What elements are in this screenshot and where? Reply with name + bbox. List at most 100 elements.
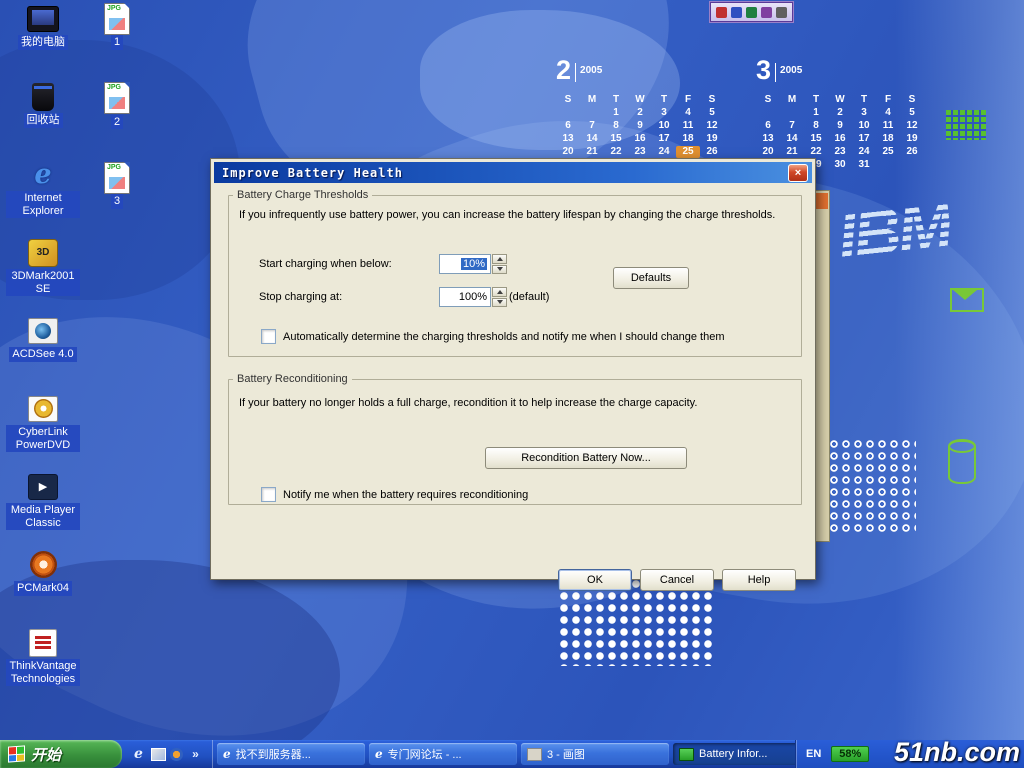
taskbar-task-3[interactable]: 3 - 画图 [521, 743, 669, 765]
default-note: (default) [509, 291, 549, 303]
desktop-icon-6[interactable]: CyberLink PowerDVD [6, 392, 80, 470]
quick-launch-bar: e» [122, 740, 213, 768]
calendar-day: 25 [676, 146, 700, 158]
calendar-day-header: M [580, 94, 604, 106]
battery-charge-thresholds-group: Battery Charge Thresholds If you infrequ… [228, 189, 802, 357]
calendar-day: 4 [876, 107, 900, 119]
thresholds-description: If you infrequently use battery power, y… [239, 209, 791, 221]
ie-task-icon: e [223, 747, 231, 761]
solid-dots-decoration [558, 578, 716, 666]
calendar-day: 7 [780, 120, 804, 132]
desktop-icon-9[interactable]: ThinkVantage Technologies [6, 626, 80, 704]
pixel-grid-decoration [946, 110, 986, 140]
speech-icon[interactable] [761, 7, 772, 18]
3dmark-icon: 3D [26, 236, 60, 269]
auto-thresholds-checkbox-label[interactable]: Automatically determine the charging thr… [283, 331, 724, 343]
calendar-day: 24 [852, 146, 876, 158]
jpg-file-icon: JPG [100, 161, 134, 194]
battery-cylinder-icon [948, 440, 976, 484]
stop-charge-spinner: 100% [439, 287, 507, 307]
calendar-day: 26 [900, 146, 924, 158]
calendar-title: 32005 [756, 56, 924, 88]
defaults-button[interactable]: Defaults [613, 267, 689, 289]
desktop-icon-label: 回收站 [24, 113, 63, 128]
calendar-day: 15 [604, 133, 628, 145]
desktop-icon-3[interactable]: eInternet Explorer [6, 158, 80, 236]
language-indicator[interactable]: EN [806, 748, 821, 760]
dialog-titlebar[interactable]: Improve Battery Health × [214, 162, 812, 183]
notify-reconditioning-checkbox[interactable] [261, 487, 276, 502]
input-language-icon[interactable] [716, 7, 727, 18]
calendar-month-number: 3 [756, 56, 771, 84]
ok-button[interactable]: OK [558, 569, 632, 591]
recycle-bin-icon [26, 80, 60, 113]
desktop-icon-7[interactable]: ▶Media Player Classic [6, 470, 80, 548]
auto-thresholds-checkbox[interactable] [261, 329, 276, 344]
start-charge-input[interactable]: 10% [439, 254, 491, 274]
ring-dots-decoration [816, 438, 916, 534]
calendar-day [580, 107, 604, 119]
chevron-down-icon [497, 300, 503, 304]
start-charge-down-button[interactable] [492, 265, 507, 275]
notify-reconditioning-checkbox-label[interactable]: Notify me when the battery requires reco… [283, 489, 528, 501]
desktop-file-2[interactable]: JPG2 [92, 82, 142, 130]
calendar-separator [575, 63, 576, 82]
taskbar-task-1[interactable]: e找不到服务器... [217, 743, 365, 765]
calendar-day: 9 [828, 120, 852, 132]
desktop-file-column: JPG1JPG2JPG3 [92, 2, 142, 209]
stop-charge-up-button[interactable] [492, 287, 507, 297]
calendar-day: 6 [556, 120, 580, 132]
desktop-file-3[interactable]: JPG3 [92, 161, 142, 209]
desktop-icon-5[interactable]: ACDSee 4.0 [6, 314, 80, 392]
calendar-day: 19 [900, 133, 924, 145]
cancel-button[interactable]: Cancel [640, 569, 714, 591]
desktop-icon-1[interactable]: 我的电脑 [6, 2, 80, 80]
calendar-day [756, 107, 780, 119]
calendar-day: 22 [804, 146, 828, 158]
calendar-day-header: M [780, 94, 804, 106]
options-icon[interactable] [776, 7, 787, 18]
show-desktop-icon[interactable] [151, 748, 166, 761]
calendar-day-header: F [876, 94, 900, 106]
recondition-battery-button[interactable]: Recondition Battery Now... [485, 447, 687, 469]
dialog-title: Improve Battery Health [222, 166, 788, 180]
calendar-day: 17 [852, 133, 876, 145]
handwriting-icon[interactable] [746, 7, 757, 18]
help-button[interactable]: Help [722, 569, 796, 591]
taskbar-task-2[interactable]: e 专门网论坛 - ... [369, 743, 517, 765]
calendar-day: 2 [828, 107, 852, 119]
taskbar-task-label: 专门网论坛 - ... [388, 746, 462, 762]
desktop-file-1[interactable]: JPG1 [92, 2, 142, 50]
notify-reconditioning-checkbox-row[interactable]: Notify me when the battery requires reco… [261, 487, 528, 502]
desktop-file-label: 2 [111, 115, 123, 130]
calendar-day: 7 [580, 120, 604, 132]
battery-task-icon [679, 748, 694, 761]
calendar-day: 16 [828, 133, 852, 145]
quick-launch-overflow-icon[interactable]: » [187, 746, 204, 763]
calendar-day-header: S [756, 94, 780, 106]
battery-tray-indicator[interactable]: 58% [831, 746, 869, 762]
start-button[interactable]: 开始 [0, 740, 122, 768]
stop-charge-input[interactable]: 100% [439, 287, 491, 307]
ie-quick-icon[interactable]: e [130, 746, 147, 763]
calendar-day: 2 [628, 107, 652, 119]
close-icon: × [795, 167, 801, 179]
keyboard-icon[interactable] [731, 7, 742, 18]
calendar-day: 8 [604, 120, 628, 132]
desktop-icon-label: PCMark04 [14, 581, 72, 596]
calendar-day: 4 [676, 107, 700, 119]
close-button[interactable]: × [788, 164, 808, 182]
auto-thresholds-checkbox-row[interactable]: Automatically determine the charging thr… [261, 329, 724, 344]
battery-reconditioning-group: Battery Reconditioning If your battery n… [228, 373, 802, 505]
acdsee-icon [26, 314, 60, 347]
desktop-icon-4[interactable]: 3D3DMark2001 SE [6, 236, 80, 314]
start-charge-up-button[interactable] [492, 254, 507, 264]
desktop-icon-2[interactable]: 回收站 [6, 80, 80, 158]
stop-charge-down-button[interactable] [492, 298, 507, 308]
media-player-quick-icon[interactable] [170, 748, 183, 761]
language-toolbar[interactable] [710, 2, 793, 22]
desktop-icon-8[interactable]: PCMark04 [6, 548, 80, 626]
thresholds-group-title: Battery Charge Thresholds [233, 189, 372, 201]
desktop-icon-label: 我的电脑 [18, 35, 68, 50]
ie-task-icon: e [375, 747, 383, 761]
